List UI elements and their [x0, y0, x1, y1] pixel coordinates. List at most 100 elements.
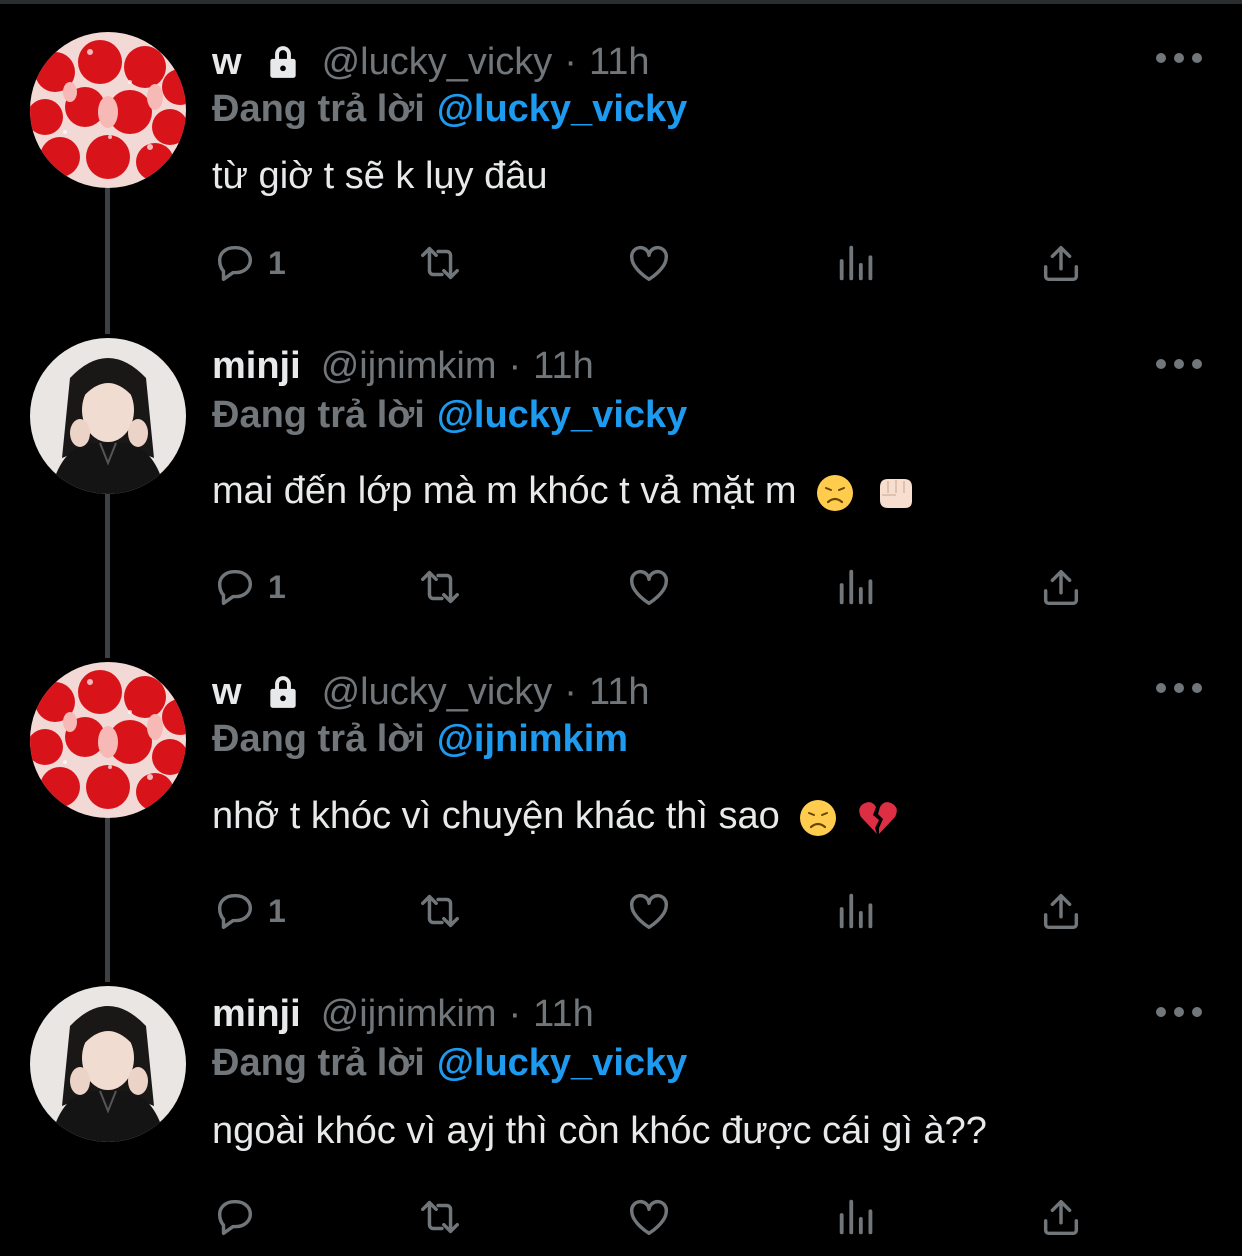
user-handle[interactable]: @ijnimkim [321, 993, 497, 1036]
thread-connector-line [105, 818, 110, 982]
lock-icon [269, 676, 296, 708]
mention-link[interactable]: @lucky_vicky [437, 88, 687, 130]
avatar-minji[interactable] [30, 338, 186, 494]
reply-button[interactable]: 1 [212, 238, 286, 288]
reply-count: 1 [268, 568, 286, 605]
reply-icon [217, 569, 253, 606]
heart-icon [630, 893, 668, 930]
reply-button[interactable] [212, 1192, 268, 1242]
retweet-icon [421, 246, 459, 280]
more-options-icon[interactable] [1156, 1002, 1202, 1022]
analytics-button[interactable] [834, 238, 880, 288]
tweet-header: minji @ijnimkim · 11h [212, 989, 594, 1039]
replying-to-label: Đang trả lời [212, 394, 425, 436]
user-handle[interactable]: @lucky_vicky [322, 41, 553, 84]
replying-to: Đang trả lời @lucky_vicky [212, 394, 687, 437]
tweet-text: nhỡ t khóc vì chuyện khác thì sao [212, 795, 780, 837]
share-button[interactable] [1038, 562, 1084, 612]
display-name[interactable]: w [212, 671, 242, 714]
retweet-button[interactable] [417, 886, 463, 936]
replying-to-label: Đang trả lời [212, 718, 425, 760]
top-divider [0, 0, 1242, 4]
avatar-strawberries[interactable] [30, 662, 186, 818]
retweet-icon [421, 894, 459, 928]
retweet-button[interactable] [417, 562, 463, 612]
more-options-icon[interactable] [1156, 354, 1202, 374]
like-button[interactable] [626, 886, 672, 936]
mention-link[interactable]: @lucky_vicky [437, 1042, 687, 1084]
user-handle[interactable]: @ijnimkim [321, 345, 497, 388]
replying-to-label: Đang trả lời [212, 88, 425, 130]
tweet-text-line: nhỡ t khóc vì chuyện khác thì sao [212, 795, 897, 838]
retweet-button[interactable] [417, 238, 463, 288]
tweet-text: mai đến lớp mà m khóc t vả mặt m [212, 470, 797, 512]
timestamp[interactable]: 11h [533, 993, 594, 1036]
display-name[interactable]: minji [212, 993, 301, 1036]
analytics-button[interactable] [834, 1192, 880, 1242]
replying-to: Đang trả lời @ijnimkim [212, 718, 628, 761]
share-icon [1043, 569, 1079, 606]
tweet-header: minji @ijnimkim · 11h [212, 341, 594, 391]
user-handle[interactable]: @lucky_vicky [322, 671, 553, 714]
tweet-actions: 1 [212, 562, 1112, 612]
separator-dot: · [564, 670, 577, 713]
reply-icon [217, 893, 253, 930]
tweet-header: w @lucky_vicky · 11h [212, 667, 650, 717]
share-button[interactable] [1038, 1192, 1084, 1242]
like-button[interactable] [626, 238, 672, 288]
more-options-icon[interactable] [1156, 678, 1202, 698]
separator-dot: · [508, 344, 522, 387]
mention-link[interactable]: @ijnimkim [437, 718, 628, 760]
strawberries-avatar-image [30, 662, 186, 818]
analytics-icon [839, 1199, 873, 1235]
retweet-icon [421, 1200, 459, 1234]
girl-portrait-avatar-image [30, 986, 186, 1142]
lock-icon [269, 46, 296, 78]
retweet-button[interactable] [417, 1192, 463, 1242]
display-name[interactable]: w [212, 41, 242, 84]
timestamp[interactable]: 11h [589, 671, 650, 714]
reply-icon [217, 1199, 253, 1236]
like-button[interactable] [626, 1192, 672, 1242]
disappointed-face-emoji [800, 799, 837, 836]
tweet-actions: 1 [212, 886, 1112, 936]
avatar-minji[interactable] [30, 986, 186, 1142]
tweet-actions [212, 1192, 1112, 1242]
tweet-header: w @lucky_vicky · 11h [212, 37, 650, 87]
retweet-icon [421, 570, 459, 604]
reply-button[interactable]: 1 [212, 562, 286, 612]
strawberries-avatar-image [30, 32, 186, 188]
tweet-text-line: mai đến lớp mà m khóc t vả mặt m [212, 470, 916, 513]
reply-count: 1 [268, 244, 286, 281]
oncoming-fist-emoji [879, 478, 912, 508]
share-button[interactable] [1038, 238, 1084, 288]
broken-heart-emoji [859, 802, 897, 834]
heart-icon [630, 1199, 668, 1236]
replying-to: Đang trả lời @lucky_vicky [212, 88, 687, 131]
share-icon [1043, 1199, 1079, 1236]
display-name[interactable]: minji [212, 345, 301, 388]
timestamp[interactable]: 11h [533, 345, 594, 388]
mention-link[interactable]: @lucky_vicky [437, 394, 687, 436]
disappointed-face-emoji [817, 474, 854, 511]
analytics-icon [839, 569, 873, 605]
avatar-strawberries[interactable] [30, 32, 186, 188]
share-icon [1043, 893, 1079, 930]
like-button[interactable] [626, 562, 672, 612]
heart-icon [630, 245, 668, 282]
reply-button[interactable]: 1 [212, 886, 286, 936]
separator-dot: · [564, 40, 577, 83]
timestamp[interactable]: 11h [589, 41, 650, 84]
tweet-text: ngoài khóc vì ayj thì còn khóc được cái … [212, 1110, 987, 1152]
analytics-button[interactable] [834, 886, 880, 936]
thread-connector-line [105, 494, 110, 658]
replying-to-label: Đang trả lời [212, 1042, 425, 1084]
share-button[interactable] [1038, 886, 1084, 936]
analytics-icon [839, 893, 873, 929]
analytics-icon [839, 245, 873, 281]
analytics-button[interactable] [834, 562, 880, 612]
replying-to: Đang trả lời @lucky_vicky [212, 1042, 687, 1085]
thread-connector-line [105, 188, 110, 334]
heart-icon [630, 569, 668, 606]
more-options-icon[interactable] [1156, 48, 1202, 68]
